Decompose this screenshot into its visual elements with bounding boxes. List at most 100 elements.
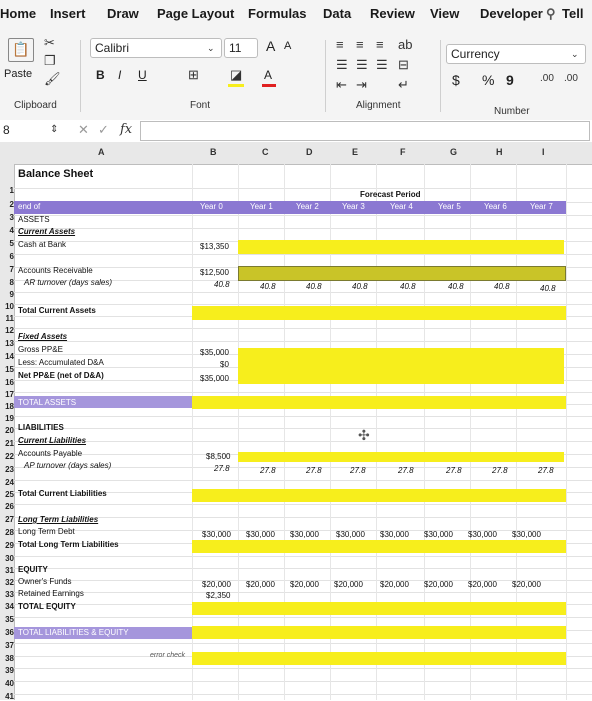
spreadsheet-grid[interactable]: A B C D E F G H I 1 2 3 4 5 6 7 8 9 10 11 12 13 14 15 1…: [0, 142, 592, 701]
tab-insert[interactable]: Insert: [50, 6, 85, 21]
highlighted-cell-range[interactable]: [192, 540, 566, 553]
tab-developer[interactable]: Developer: [480, 6, 543, 21]
row-number[interactable]: 33: [0, 590, 14, 599]
lt-debt-cell[interactable]: $30,000: [468, 530, 497, 539]
cancel-icon[interactable]: ✕: [78, 123, 89, 137]
owners-funds-cell[interactable]: $20,000: [202, 580, 231, 589]
ar-turnover-cell[interactable]: 40.8: [214, 280, 230, 289]
decrease-decimal-icon[interactable]: .00: [564, 72, 578, 86]
lt-debt-cell[interactable]: $30,000: [246, 530, 275, 539]
grow-font-button[interactable]: A: [266, 38, 275, 54]
ar-turnover-cell[interactable]: 40.8: [540, 284, 556, 293]
enter-icon[interactable]: ✓: [98, 123, 109, 137]
comma-style-button[interactable]: 9: [506, 72, 514, 88]
row-number[interactable]: 25: [0, 490, 14, 499]
column-header[interactable]: D: [306, 147, 313, 157]
row-number[interactable]: 10: [0, 302, 14, 311]
row-number[interactable]: 4: [0, 226, 14, 235]
name-box-stepper-icon[interactable]: ⇕: [50, 123, 58, 137]
row-number[interactable]: 3: [0, 213, 14, 222]
lt-debt-cell[interactable]: $30,000: [202, 530, 231, 539]
row-number[interactable]: 23: [0, 465, 14, 474]
tab-page-layout[interactable]: Page Layout: [157, 6, 234, 21]
accounting-format-button[interactable]: $: [452, 72, 460, 88]
font-family-select[interactable]: Calibri ⌄: [90, 38, 222, 58]
highlighted-cell-range[interactable]: [192, 489, 566, 502]
borders-icon[interactable]: ⊞: [188, 68, 199, 82]
lightbulb-icon[interactable]: ⚲: [546, 6, 556, 22]
column-header[interactable]: H: [496, 147, 503, 157]
column-header[interactable]: C: [262, 147, 269, 157]
ap-turnover-cell[interactable]: 27.8: [306, 466, 322, 475]
increase-decimal-icon[interactable]: .00: [540, 72, 554, 86]
highlighted-cell-range[interactable]: [192, 306, 566, 320]
merge-center-icon[interactable]: ⊟: [398, 58, 409, 72]
owners-funds-cell[interactable]: $20,000: [468, 580, 497, 589]
align-top-icon[interactable]: ≡: [336, 38, 344, 52]
row-number[interactable]: 7: [0, 265, 14, 274]
tell-me-search[interactable]: Tell: [562, 6, 583, 21]
row-number[interactable]: 28: [0, 528, 14, 537]
row-number[interactable]: 15: [0, 365, 14, 374]
owners-funds-cell[interactable]: $20,000: [380, 580, 409, 589]
owners-funds-cell[interactable]: $20,000: [290, 580, 319, 589]
cash-y0[interactable]: $13,350: [200, 242, 229, 251]
highlighted-cell-range[interactable]: [238, 452, 564, 462]
column-header[interactable]: B: [210, 147, 217, 157]
row-number[interactable]: 5: [0, 239, 14, 248]
tab-draw[interactable]: Draw: [107, 6, 139, 21]
row-number[interactable]: 35: [0, 615, 14, 624]
align-center-icon[interactable]: ☰: [356, 58, 368, 72]
tab-formulas[interactable]: Formulas: [248, 6, 307, 21]
increase-indent-icon[interactable]: ⇥: [356, 78, 367, 92]
row-number[interactable]: 36: [0, 628, 14, 637]
font-size-select[interactable]: 11: [224, 38, 258, 58]
ar-turnover-cell[interactable]: 40.8: [260, 282, 276, 291]
align-right-icon[interactable]: ☰: [376, 58, 388, 72]
row-number[interactable]: 40: [0, 679, 14, 688]
row-number[interactable]: 13: [0, 339, 14, 348]
ap-turnover-cell[interactable]: 27.8: [260, 466, 276, 475]
row-number[interactable]: 14: [0, 352, 14, 361]
font-color-button[interactable]: A: [264, 68, 272, 82]
owners-funds-cell[interactable]: $20,000: [246, 580, 275, 589]
format-painter-icon[interactable]: 🖌: [44, 72, 61, 86]
row-number[interactable]: 29: [0, 541, 14, 550]
row-number[interactable]: 31: [0, 566, 14, 575]
bold-button[interactable]: B: [96, 68, 105, 82]
owners-funds-cell[interactable]: $20,000: [334, 580, 363, 589]
ap-turnover-cell[interactable]: 27.8: [350, 466, 366, 475]
row-number[interactable]: 38: [0, 654, 14, 663]
row-number[interactable]: 11: [0, 314, 14, 323]
orientation-icon[interactable]: ab: [398, 38, 412, 52]
cut-icon[interactable]: ✂: [44, 36, 55, 50]
row-number[interactable]: 26: [0, 502, 14, 511]
row-number[interactable]: 37: [0, 641, 14, 650]
fill-color-icon[interactable]: ◪: [230, 68, 242, 82]
formula-input[interactable]: [140, 121, 590, 141]
lt-debt-cell[interactable]: $30,000: [512, 530, 541, 539]
ar-turnover-cell[interactable]: 40.8: [306, 282, 322, 291]
gross-ppe-y0[interactable]: $35,000: [200, 348, 229, 357]
row-number[interactable]: 9: [0, 290, 14, 299]
decrease-indent-icon[interactable]: ⇤: [336, 78, 347, 92]
column-header[interactable]: E: [352, 147, 358, 157]
row-number[interactable]: 6: [0, 252, 14, 261]
ar-y0[interactable]: $12,500: [200, 268, 229, 277]
ap-turnover-cell[interactable]: 27.8: [398, 466, 414, 475]
name-box[interactable]: 8: [3, 123, 10, 137]
row-number[interactable]: 12: [0, 326, 14, 335]
row-number[interactable]: 18: [0, 402, 14, 411]
row-number[interactable]: 22: [0, 452, 14, 461]
number-format-select[interactable]: Currency ⌄: [446, 44, 586, 64]
column-header[interactable]: I: [542, 147, 545, 157]
row-number[interactable]: 39: [0, 666, 14, 675]
retained-y0[interactable]: $2,350: [206, 591, 230, 600]
tab-home[interactable]: Home: [0, 6, 36, 21]
shrink-font-button[interactable]: A: [284, 40, 291, 52]
tab-view[interactable]: View: [430, 6, 459, 21]
ar-turnover-cell[interactable]: 40.8: [400, 282, 416, 291]
lt-debt-cell[interactable]: $30,000: [380, 530, 409, 539]
column-header[interactable]: G: [450, 147, 457, 157]
highlighted-cell-range[interactable]: [192, 626, 566, 639]
